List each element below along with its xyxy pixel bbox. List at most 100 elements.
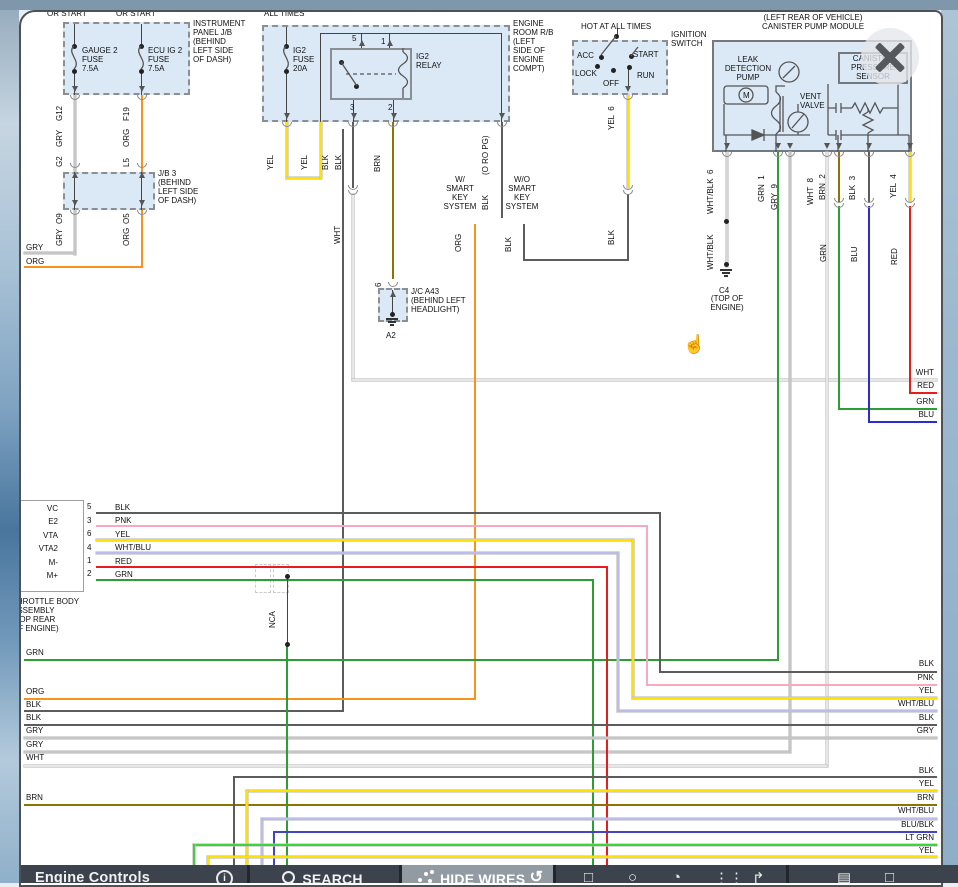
search-icon bbox=[282, 871, 295, 883]
wire-thin bbox=[141, 24, 142, 45]
wire-yel bbox=[909, 152, 911, 202]
wire-label-vertical: WHT 8 bbox=[806, 178, 815, 205]
share-icon[interactable]: ↱ bbox=[752, 869, 765, 883]
bottom-toolbar: Engine Controls i SEARCH HIDE WIRES ↺ □ … bbox=[21, 865, 958, 883]
wire-blu bbox=[868, 206, 870, 423]
export-icon[interactable]: □ bbox=[885, 869, 894, 883]
wire-label-vertical: BLK 3 bbox=[848, 176, 857, 200]
wire-yel bbox=[632, 539, 634, 699]
junction-dot bbox=[285, 574, 290, 579]
connector-pin bbox=[773, 152, 783, 157]
connector-pin bbox=[722, 152, 732, 157]
wire-wht bbox=[352, 194, 354, 381]
wire-label-vertical: F19 bbox=[122, 107, 131, 121]
diagram-label: RUN bbox=[637, 71, 654, 80]
hide-wires-button[interactable]: HIDE WIRES ↺ bbox=[402, 865, 553, 883]
diagram-label: BLU bbox=[918, 410, 934, 419]
diagram-label: 2 bbox=[388, 103, 392, 112]
diagram-label: WHT bbox=[26, 753, 44, 762]
close-icon[interactable] bbox=[861, 28, 919, 86]
diagram-label: BLK bbox=[919, 766, 934, 775]
diagram-label: WHT bbox=[916, 368, 934, 377]
wire-label-vertical: YEL 6 bbox=[607, 106, 616, 130]
wire-thin bbox=[320, 33, 501, 34]
wire-blu bbox=[868, 421, 937, 423]
wire-blk bbox=[627, 194, 629, 261]
wire-blk bbox=[523, 224, 525, 261]
wire-label-vertical: NCA bbox=[268, 611, 277, 628]
diagram-label: RED bbox=[115, 557, 132, 566]
connector-pin bbox=[497, 122, 507, 127]
search-button[interactable]: SEARCH bbox=[250, 865, 399, 883]
history-icon[interactable]: ◔ bbox=[672, 869, 681, 883]
wire-ltg bbox=[193, 844, 937, 846]
connector-pin bbox=[864, 203, 874, 208]
wire-label-vertical: BLK bbox=[334, 155, 343, 170]
diagram-label: YEL bbox=[919, 686, 934, 695]
wire-gry bbox=[24, 751, 790, 753]
junction-dot bbox=[390, 312, 395, 317]
wire-org bbox=[141, 210, 143, 268]
wire-label-vertical: ORG bbox=[122, 129, 131, 147]
info-icon[interactable]: i bbox=[216, 870, 233, 883]
toolbar-output-section: ▤ □ bbox=[789, 865, 958, 883]
wire-arrow bbox=[72, 172, 78, 178]
wire-grn bbox=[592, 579, 594, 866]
wire-grn bbox=[24, 659, 778, 661]
wiring-diagram-page[interactable]: OR STARTOR STARTALL TIMESINSTRUMENT PANE… bbox=[19, 10, 943, 887]
wire-org bbox=[24, 266, 142, 268]
wire-label-vertical: O5 bbox=[122, 213, 131, 224]
toolbar-tools-section: □ ○ ◔ ⋮⋮ ↱ bbox=[556, 865, 786, 883]
window-icon[interactable]: □ bbox=[584, 869, 593, 883]
wire-label-vertical: G12 bbox=[55, 106, 64, 121]
zoom-icon[interactable]: ○ bbox=[628, 869, 637, 883]
background-right-strip bbox=[941, 0, 958, 883]
mouse-cursor-icon: ☝ bbox=[683, 334, 705, 355]
wire-label-vertical: L5 bbox=[122, 158, 131, 167]
diagram-label: BLK bbox=[115, 503, 130, 512]
diagram-label: J/C A43 (BEHIND LEFT HEADLIGHT) bbox=[411, 287, 466, 314]
wire-org bbox=[474, 224, 476, 700]
diagram-label: M bbox=[743, 91, 750, 100]
printer-icon[interactable]: ▤ bbox=[837, 869, 851, 883]
junction-dot bbox=[139, 44, 144, 49]
wire-label-vertical: GRY bbox=[55, 130, 64, 147]
diagram-label: 1 bbox=[87, 556, 91, 565]
diagram-label: ECU IG 2 FUSE 7.5A bbox=[148, 46, 182, 73]
wire-wht bbox=[352, 379, 937, 381]
diagram-label: YEL bbox=[115, 530, 130, 539]
wire-arrow bbox=[72, 200, 78, 206]
wire-wbl bbox=[617, 552, 619, 712]
connector-pin bbox=[822, 152, 832, 157]
wire-dots-icon bbox=[418, 870, 434, 883]
wire-blk bbox=[24, 724, 937, 726]
wire-thin bbox=[501, 33, 502, 122]
background-left-strip bbox=[0, 0, 19, 883]
wire-arrow bbox=[625, 86, 631, 92]
diagram-label: 3 bbox=[87, 516, 91, 525]
wire-grn bbox=[777, 152, 779, 661]
diagram-label: PNK bbox=[918, 673, 934, 682]
diagram-label: HOT AT ALL TIMES bbox=[581, 22, 651, 31]
diagram-label: 5 bbox=[87, 502, 91, 511]
wire-org bbox=[24, 698, 475, 700]
undo-icon[interactable]: ↺ bbox=[530, 867, 543, 883]
wire-arrow bbox=[139, 86, 145, 92]
wire-arrow bbox=[866, 143, 872, 149]
wire-brn bbox=[838, 152, 840, 202]
wire-label-vertical: GRY bbox=[55, 229, 64, 246]
wire-pnk bbox=[646, 684, 937, 686]
diagram-label: LT GRN bbox=[905, 833, 934, 842]
wire-brn bbox=[392, 122, 394, 279]
diagram-label: GRN bbox=[115, 570, 133, 579]
diagram-label: OR START bbox=[116, 10, 156, 18]
diagram-label: IGNITION SWITCH bbox=[671, 30, 707, 48]
toolbar-title-section: Engine Controls i bbox=[21, 865, 247, 883]
wire-arrow bbox=[284, 113, 290, 119]
wire-yel bbox=[286, 122, 288, 179]
wire-wbl bbox=[96, 552, 618, 554]
wire-yel bbox=[632, 697, 937, 699]
adjust-icon[interactable]: ⋮⋮ bbox=[714, 869, 744, 883]
diagram-label: BRN bbox=[917, 793, 934, 802]
wire-yel bbox=[320, 122, 322, 179]
